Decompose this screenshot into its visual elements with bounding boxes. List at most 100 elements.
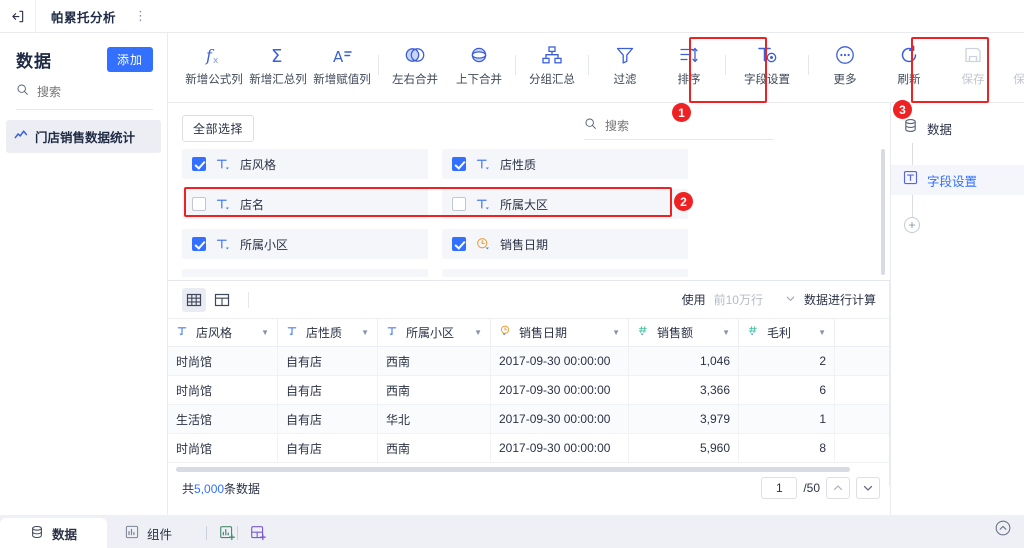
svg-text:A: A bbox=[333, 48, 344, 66]
toolbar-label: 刷新 bbox=[897, 74, 921, 86]
table-cell: 自有店 bbox=[278, 347, 378, 375]
table-header-cell[interactable]: 销售额 ▼ bbox=[629, 319, 739, 346]
toolbar-filter[interactable]: 过滤 bbox=[593, 33, 657, 97]
sidebar-search[interactable]: ••• bbox=[16, 82, 212, 110]
table-footer: 共5,000条数据 /50 bbox=[168, 472, 890, 504]
tab-label: 数据 bbox=[52, 527, 78, 542]
field-item[interactable]: 所属小区 bbox=[182, 229, 428, 259]
toolbar-save-and-update[interactable]: 保存并更新 bbox=[1005, 33, 1024, 97]
select-all-button[interactable]: 全部选择 bbox=[182, 114, 255, 142]
more-options-icon[interactable]: ⋮ bbox=[134, 9, 147, 22]
tab-data[interactable]: 数据 bbox=[0, 518, 108, 548]
row-limit-select[interactable]: 前10万行 bbox=[714, 291, 796, 308]
app-root: 帕累托分析 ⋮ 数据 添加 ••• 门店销售数据统计 bbox=[0, 0, 1024, 548]
toolbar-new-summary-column[interactable]: Σ 新增汇总列 bbox=[246, 33, 310, 97]
chevron-down-icon[interactable]: ▼ bbox=[361, 328, 369, 337]
text-type-icon[interactable] bbox=[206, 196, 240, 213]
field-item[interactable]: 店名 bbox=[182, 189, 428, 219]
chevron-down-icon[interactable]: ▼ bbox=[474, 328, 482, 337]
clock-type-icon[interactable] bbox=[466, 236, 500, 253]
toolbar-new-assign-column[interactable]: A 新增赋值列 bbox=[310, 33, 374, 97]
table-header-cell[interactable]: 所属小区 ▼ bbox=[378, 319, 491, 346]
table-row[interactable]: 时尚馆 自有店 西南 2017-09-30 00:00:00 5,960 8 bbox=[168, 434, 890, 463]
rail-node-field-settings[interactable]: 字段设置 bbox=[891, 165, 1024, 195]
dots-circle-icon bbox=[833, 42, 857, 68]
field-checkbox[interactable] bbox=[452, 237, 466, 251]
database-icon bbox=[903, 118, 918, 138]
field-checkbox[interactable] bbox=[452, 157, 466, 171]
rail-node-data[interactable]: 数据 bbox=[891, 113, 1024, 143]
chevron-down-icon[interactable]: ▼ bbox=[722, 328, 730, 337]
table-header-cell[interactable]: 店风格 ▼ bbox=[168, 319, 278, 346]
add-chart-icon[interactable] bbox=[217, 523, 237, 543]
sidebar-header: 数据 添加 bbox=[0, 33, 167, 80]
field-checkbox[interactable] bbox=[192, 237, 206, 251]
sidebar-item-store-sales[interactable]: 门店销售数据统计 bbox=[6, 120, 161, 153]
field-item[interactable]: 店性质 bbox=[442, 149, 688, 179]
table-cell: 3,979 bbox=[629, 405, 739, 433]
chevron-down-icon[interactable]: ▼ bbox=[818, 328, 826, 337]
field-checkbox[interactable] bbox=[192, 157, 206, 171]
add-layout-icon[interactable] bbox=[248, 523, 268, 543]
number-type-icon bbox=[637, 324, 652, 342]
toolbar-merge-horizontal[interactable]: 左右合并 bbox=[383, 33, 447, 97]
toolbar-new-formula-column[interactable]: f x 新增公式列 bbox=[182, 33, 246, 97]
table-row[interactable]: 时尚馆 自有店 西南 2017-09-30 00:00:00 1,046 2 bbox=[168, 347, 890, 376]
main-toolbar: f x 新增公式列 Σ 新增汇总列 A 新增赋值列 左右合并 上下合并 分组汇总… bbox=[168, 33, 1024, 103]
add-data-button[interactable]: 添加 bbox=[106, 47, 153, 72]
toolbar-save[interactable]: 保存 bbox=[941, 33, 1005, 97]
chevron-up-circle-icon[interactable] bbox=[994, 519, 1012, 542]
table-header-label: 毛利 bbox=[767, 326, 792, 340]
field-checkbox[interactable] bbox=[192, 197, 206, 211]
toolbar-sort[interactable]: 排序 bbox=[657, 33, 721, 97]
text-type-icon[interactable] bbox=[466, 156, 500, 173]
field-item[interactable]: 所属大区 bbox=[442, 189, 688, 219]
data-sidebar: 数据 添加 ••• 门店销售数据统计 bbox=[0, 33, 212, 515]
field-grid: 店风格 店性质 店名 所属大区 所属小区 销售日期 bbox=[168, 143, 890, 277]
field-item[interactable]: 店风格 bbox=[182, 149, 428, 179]
toolbar-group-summary[interactable]: 分组汇总 bbox=[520, 33, 584, 97]
tab-components[interactable]: 组件 bbox=[107, 518, 206, 548]
toolbar-merge-vertical[interactable]: 上下合并 bbox=[447, 33, 511, 97]
hierarchy-icon bbox=[540, 42, 564, 68]
toolbar-field-settings[interactable]: 字段设置 bbox=[730, 33, 804, 97]
table-cell: 生活馆 bbox=[168, 405, 278, 433]
field-panel-scrollbar[interactable] bbox=[881, 149, 885, 275]
field-checkbox[interactable] bbox=[452, 197, 466, 211]
table-header-label: 店风格 bbox=[196, 326, 233, 340]
column-view-icon[interactable] bbox=[210, 288, 234, 312]
text-type-icon[interactable] bbox=[206, 156, 240, 173]
grid-view-icon[interactable] bbox=[182, 287, 206, 312]
rail-add-node-button[interactable]: + bbox=[904, 217, 920, 233]
table-cell: 时尚馆 bbox=[168, 376, 278, 404]
table-header-cell[interactable]: 毛利 ▼ bbox=[739, 319, 835, 346]
chevron-down-icon[interactable]: ▼ bbox=[261, 328, 269, 337]
table-row[interactable]: 时尚馆 自有店 西南 2017-09-30 00:00:00 3,366 6 bbox=[168, 376, 890, 405]
table-header-cell[interactable]: 店性质 ▼ bbox=[278, 319, 378, 346]
text-type-icon[interactable] bbox=[206, 236, 240, 253]
toolbar-refresh[interactable]: 刷新 bbox=[877, 33, 941, 97]
toolbar-label: 新增赋值列 bbox=[313, 74, 371, 86]
field-item[interactable]: 销售日期 bbox=[442, 229, 688, 259]
field-search[interactable] bbox=[584, 117, 775, 140]
count-value: 5,000 bbox=[194, 481, 225, 496]
field-search-input[interactable] bbox=[605, 118, 775, 133]
table-cell: 西南 bbox=[378, 347, 491, 375]
chevron-down-icon[interactable]: ▼ bbox=[612, 328, 620, 337]
text-type-icon[interactable] bbox=[466, 196, 500, 213]
chevron-down-icon[interactable] bbox=[856, 477, 880, 499]
text-type-icon bbox=[176, 324, 191, 342]
pagination: /50 bbox=[761, 477, 880, 499]
table-row[interactable]: 生活馆 自有店 华北 2017-09-30 00:00:00 3,979 1 bbox=[168, 405, 890, 434]
field-name: 销售日期 bbox=[500, 237, 549, 252]
table-header-cell[interactable]: 销售日期 ▼ bbox=[491, 319, 629, 346]
page-number-input[interactable] bbox=[761, 477, 798, 499]
top-bar: 帕累托分析 ⋮ bbox=[0, 0, 1024, 33]
field-item-partial[interactable] bbox=[182, 269, 428, 277]
toolbar-label: 更多 bbox=[833, 74, 857, 86]
toolbar-more[interactable]: 更多 bbox=[813, 33, 877, 97]
sidebar-item-label: 门店销售数据统计 bbox=[35, 131, 136, 145]
exit-arrow-icon[interactable] bbox=[0, 0, 36, 33]
chevron-up-icon[interactable] bbox=[826, 477, 850, 499]
field-item-partial[interactable] bbox=[442, 269, 688, 277]
